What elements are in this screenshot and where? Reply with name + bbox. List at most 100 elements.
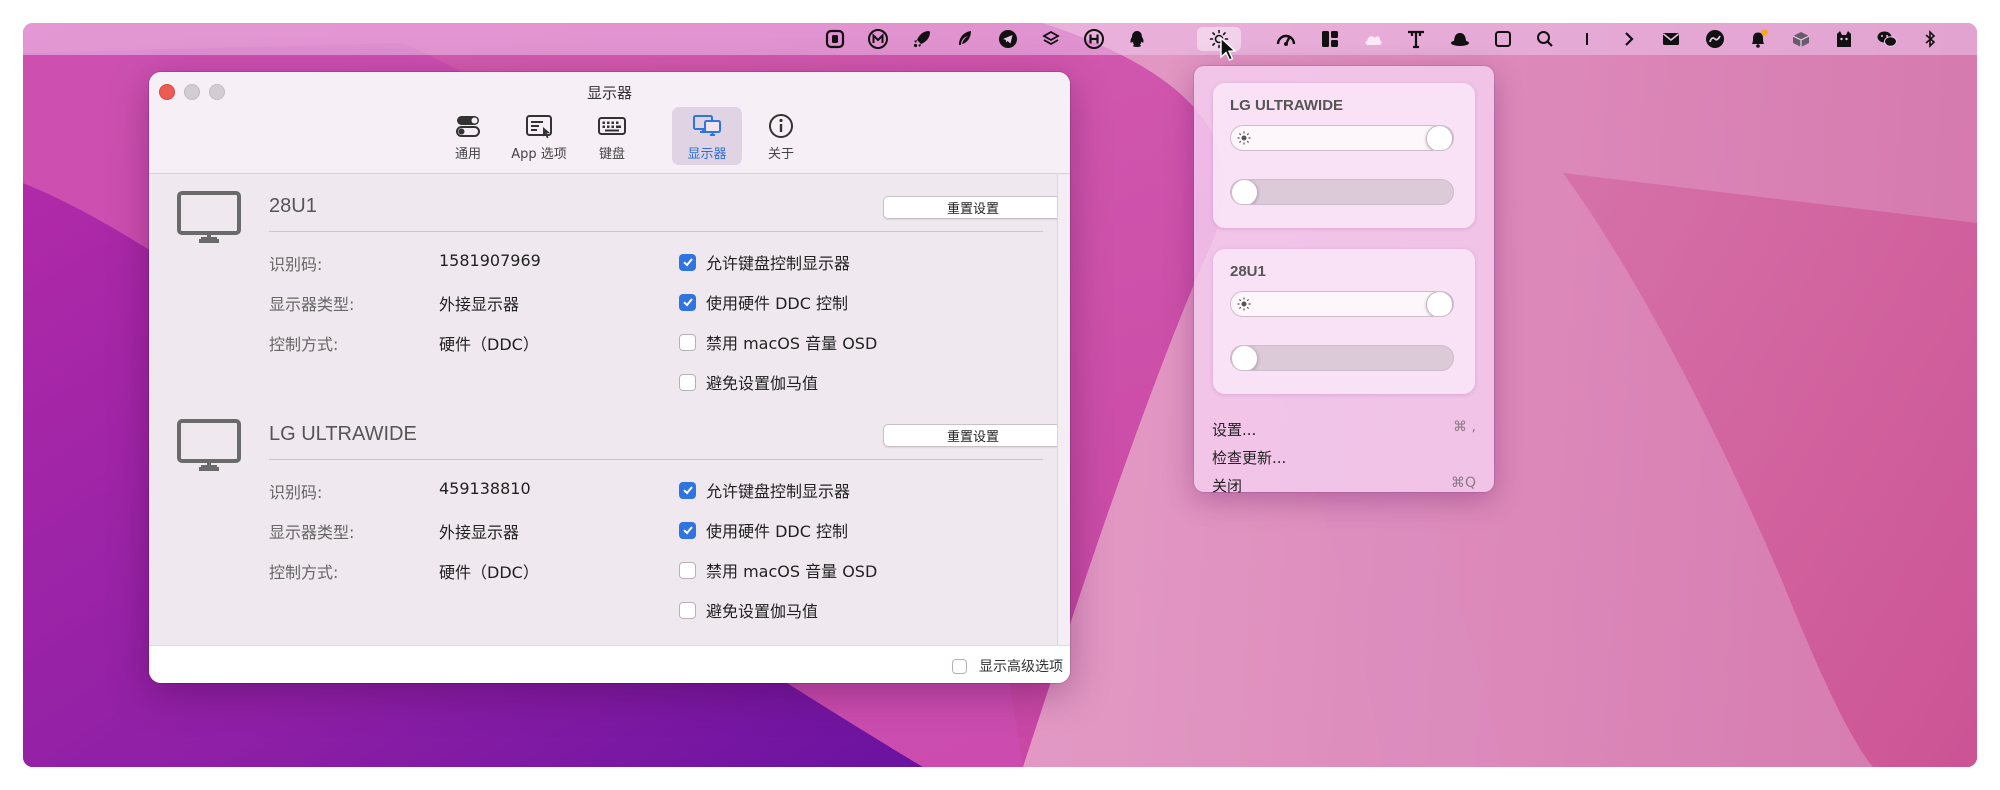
menu-item-quit[interactable]: 关闭 ⌘Q bbox=[1212, 475, 1476, 496]
text-tool-icon[interactable] bbox=[1404, 27, 1428, 51]
show-advanced-options[interactable]: 显示高级选项 bbox=[952, 656, 1063, 676]
type-label: 显示器类型: bbox=[269, 523, 355, 542]
square-icon[interactable] bbox=[1491, 27, 1515, 51]
display-settings-window: 显示器 通用 App 选项 键盘 显示器 关于 28U1 重置设置 识别码: 1… bbox=[149, 72, 1070, 683]
checkbox-checked[interactable] bbox=[679, 521, 696, 539]
mail-icon[interactable] bbox=[1659, 27, 1683, 51]
brightness-dropdown-menu: LG ULTRAWIDE 28U1 设置... ⌘ , 检查更新... 关闭 ⌘Q bbox=[1194, 66, 1494, 495]
keyboard-icon bbox=[598, 117, 626, 135]
app-options-icon bbox=[526, 115, 552, 139]
tab-about-label: 关于 bbox=[767, 147, 794, 162]
sun-icon bbox=[1237, 297, 1251, 311]
checkbox-unchecked[interactable] bbox=[679, 373, 696, 391]
slider-knob[interactable] bbox=[1231, 346, 1258, 370]
option-keyboard-control[interactable]: 允许键盘控制显示器 bbox=[679, 478, 850, 502]
divider bbox=[269, 231, 1043, 232]
h-circle-icon[interactable] bbox=[1082, 27, 1106, 51]
chevron-right-icon[interactable] bbox=[1617, 27, 1641, 51]
checkbox-checked[interactable] bbox=[679, 253, 696, 271]
checkbox-checked[interactable] bbox=[679, 481, 696, 499]
option-label: 使用硬件 DDC 控制 bbox=[706, 522, 848, 541]
option-avoid-gamma[interactable]: 避免设置伽马值 bbox=[679, 370, 818, 394]
info-icon bbox=[769, 114, 793, 138]
id-value: 459138810 bbox=[439, 479, 531, 498]
brightness-slider[interactable] bbox=[1230, 291, 1454, 317]
tab-keyboard[interactable]: 键盘 bbox=[587, 107, 637, 165]
volume-slider[interactable] bbox=[1230, 345, 1454, 371]
display-name: LG ULTRAWIDE bbox=[269, 423, 417, 445]
menu-item-shortcut: ⌘ , bbox=[1453, 419, 1476, 435]
qq-penguin-icon[interactable] bbox=[1125, 27, 1149, 51]
telegram-icon[interactable] bbox=[996, 27, 1020, 51]
tab-app-options-label: App 选项 bbox=[511, 147, 567, 162]
square-app-icon[interactable] bbox=[823, 27, 847, 51]
reset-settings-button[interactable]: 重置设置 bbox=[883, 196, 1063, 219]
id-label: 识别码: bbox=[269, 255, 323, 274]
window-title: 显示器 bbox=[586, 84, 632, 102]
hat-icon[interactable] bbox=[1448, 27, 1472, 51]
m-circle-icon[interactable] bbox=[866, 27, 890, 51]
cat-icon[interactable] bbox=[1832, 27, 1856, 51]
tab-about[interactable]: 关于 bbox=[757, 107, 805, 165]
checkbox-unchecked[interactable] bbox=[952, 658, 967, 674]
box-icon[interactable] bbox=[1789, 27, 1813, 51]
scrollbar[interactable] bbox=[1057, 175, 1070, 645]
card-title: LG ULTRAWIDE bbox=[1230, 97, 1344, 114]
checkbox-unchecked[interactable] bbox=[679, 601, 696, 619]
layers-icon[interactable] bbox=[1039, 27, 1063, 51]
slider-fill bbox=[1231, 126, 1440, 150]
cloud-icon[interactable] bbox=[1361, 27, 1385, 51]
wechat-icon[interactable] bbox=[1875, 27, 1899, 51]
tab-displays-label: 显示器 bbox=[687, 147, 727, 162]
menu-item-settings[interactable]: 设置... ⌘ , bbox=[1212, 419, 1476, 440]
tab-general-label: 通用 bbox=[454, 147, 481, 162]
checkbox-unchecked[interactable] bbox=[679, 333, 696, 351]
text-cursor-icon[interactable] bbox=[1575, 27, 1599, 51]
layout-icon[interactable] bbox=[1318, 27, 1342, 51]
volume-slider[interactable] bbox=[1230, 179, 1454, 205]
checkbox-checked[interactable] bbox=[679, 293, 696, 311]
checkbox-unchecked[interactable] bbox=[679, 561, 696, 579]
option-label: 避免设置伽马值 bbox=[706, 602, 819, 621]
displays-icon bbox=[693, 115, 721, 136]
control-label: 控制方式: bbox=[269, 563, 339, 582]
menu-bar bbox=[23, 23, 1977, 55]
sun-icon bbox=[1237, 131, 1251, 145]
menu-item-label: 检查更新... bbox=[1212, 449, 1287, 467]
speedometer-icon[interactable] bbox=[1274, 27, 1298, 51]
slider-knob[interactable] bbox=[1426, 292, 1453, 316]
tab-displays[interactable]: 显示器 bbox=[672, 107, 742, 165]
menu-item-label: 设置... bbox=[1212, 421, 1257, 439]
option-hardware-ddc[interactable]: 使用硬件 DDC 控制 bbox=[679, 290, 848, 314]
option-label: 允许键盘控制显示器 bbox=[706, 482, 851, 501]
reset-settings-button[interactable]: 重置设置 bbox=[883, 424, 1063, 447]
type-label: 显示器类型: bbox=[269, 295, 355, 314]
display-section-lg-ultrawide: LG ULTRAWIDE 重置设置 识别码: 459138810 显示器类型: … bbox=[149, 403, 1063, 643]
menu-item-check-updates[interactable]: 检查更新... bbox=[1212, 447, 1476, 468]
option-keyboard-control[interactable]: 允许键盘控制显示器 bbox=[679, 250, 850, 274]
tab-app-options[interactable]: App 选项 bbox=[505, 107, 573, 165]
menu-item-shortcut: ⌘Q bbox=[1450, 475, 1476, 491]
slider-fill bbox=[1231, 292, 1440, 316]
gauge-icon[interactable] bbox=[1703, 27, 1727, 51]
slider-knob[interactable] bbox=[1426, 126, 1453, 150]
brightness-slider[interactable] bbox=[1230, 125, 1454, 151]
type-value: 外接显示器 bbox=[439, 523, 520, 542]
displays-list: 28U1 重置设置 识别码: 1581907969 显示器类型: 外接显示器 控… bbox=[149, 175, 1063, 645]
window-footer: 显示高级选项 bbox=[149, 645, 1070, 683]
search-icon[interactable] bbox=[1533, 27, 1557, 51]
monitor-icon bbox=[177, 419, 241, 471]
slider-knob[interactable] bbox=[1231, 180, 1258, 204]
option-avoid-gamma[interactable]: 避免设置伽马值 bbox=[679, 598, 818, 622]
bluetooth-icon[interactable] bbox=[1918, 27, 1942, 51]
option-disable-volume-osd[interactable]: 禁用 macOS 音量 OSD bbox=[679, 558, 877, 582]
tab-general[interactable]: 通用 bbox=[444, 107, 492, 165]
bell-badge-icon[interactable] bbox=[1746, 27, 1770, 51]
monitor-icon bbox=[177, 191, 241, 243]
desktop: 显示器 通用 App 选项 键盘 显示器 关于 28U1 重置设置 识别码: 1… bbox=[23, 23, 1977, 767]
rocket-icon[interactable] bbox=[910, 27, 934, 51]
show-advanced-label: 显示高级选项 bbox=[979, 659, 1063, 675]
option-disable-volume-osd[interactable]: 禁用 macOS 音量 OSD bbox=[679, 330, 877, 354]
feather-icon[interactable] bbox=[953, 27, 977, 51]
option-hardware-ddc[interactable]: 使用硬件 DDC 控制 bbox=[679, 518, 848, 542]
